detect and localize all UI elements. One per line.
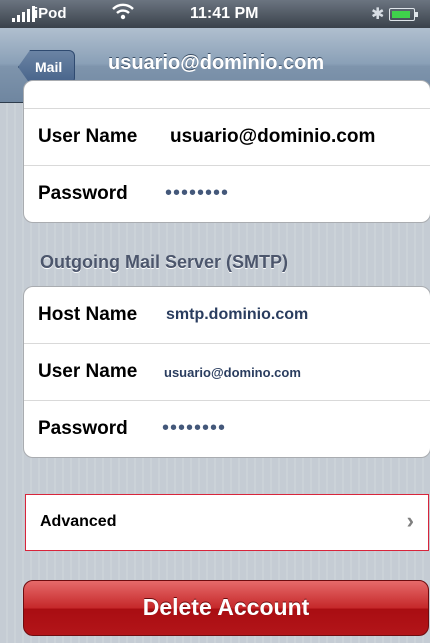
battery-icon bbox=[389, 8, 418, 21]
status-bar: iPod 11:41 PM ✱ bbox=[0, 0, 430, 28]
incoming-settings-group: User Name usuario@dominio.com Password •… bbox=[23, 80, 430, 223]
smtp-username-label: User Name bbox=[38, 361, 138, 382]
smtp-password-label: Password bbox=[38, 418, 128, 439]
status-time: 11:41 PM bbox=[190, 5, 259, 22]
signal-icon bbox=[12, 6, 35, 22]
delete-account-button[interactable]: Delete Account bbox=[23, 580, 429, 636]
username-field[interactable]: usuario@dominio.com bbox=[170, 126, 375, 148]
smtp-username-row[interactable]: User Name usuario@domino.com bbox=[24, 344, 430, 401]
chevron-right-icon: › bbox=[406, 508, 414, 533]
section-header-smtp: Outgoing Mail Server (SMTP) bbox=[40, 252, 289, 272]
smtp-hostname-row[interactable]: Host Name smtp.dominio.com bbox=[24, 287, 430, 344]
incoming-username-row[interactable]: User Name usuario@dominio.com bbox=[24, 109, 430, 166]
wifi-icon bbox=[112, 2, 134, 25]
advanced-row[interactable]: Advanced › bbox=[25, 494, 429, 551]
password-label: Password bbox=[38, 183, 128, 204]
advanced-label: Advanced bbox=[40, 513, 117, 530]
smtp-password-row[interactable]: Password •••••••• bbox=[24, 401, 430, 457]
username-label: User Name bbox=[38, 126, 138, 147]
bluetooth-icon: ✱ bbox=[371, 6, 385, 23]
hostname-field[interactable]: smtp.dominio.com bbox=[166, 306, 308, 324]
outgoing-settings-group: Host Name smtp.dominio.com User Name usu… bbox=[23, 286, 430, 458]
smtp-password-field[interactable]: •••••••• bbox=[162, 417, 226, 440]
password-field[interactable]: •••••••• bbox=[165, 182, 229, 205]
carrier-label: iPod bbox=[34, 5, 67, 22]
clipped-row bbox=[24, 81, 430, 109]
smtp-username-field[interactable]: usuario@domino.com bbox=[164, 365, 301, 380]
hostname-label: Host Name bbox=[38, 304, 138, 325]
incoming-password-row[interactable]: Password •••••••• bbox=[24, 166, 430, 222]
page-title: usuario@dominio.com bbox=[108, 52, 325, 74]
back-button[interactable]: Mail bbox=[18, 50, 76, 84]
